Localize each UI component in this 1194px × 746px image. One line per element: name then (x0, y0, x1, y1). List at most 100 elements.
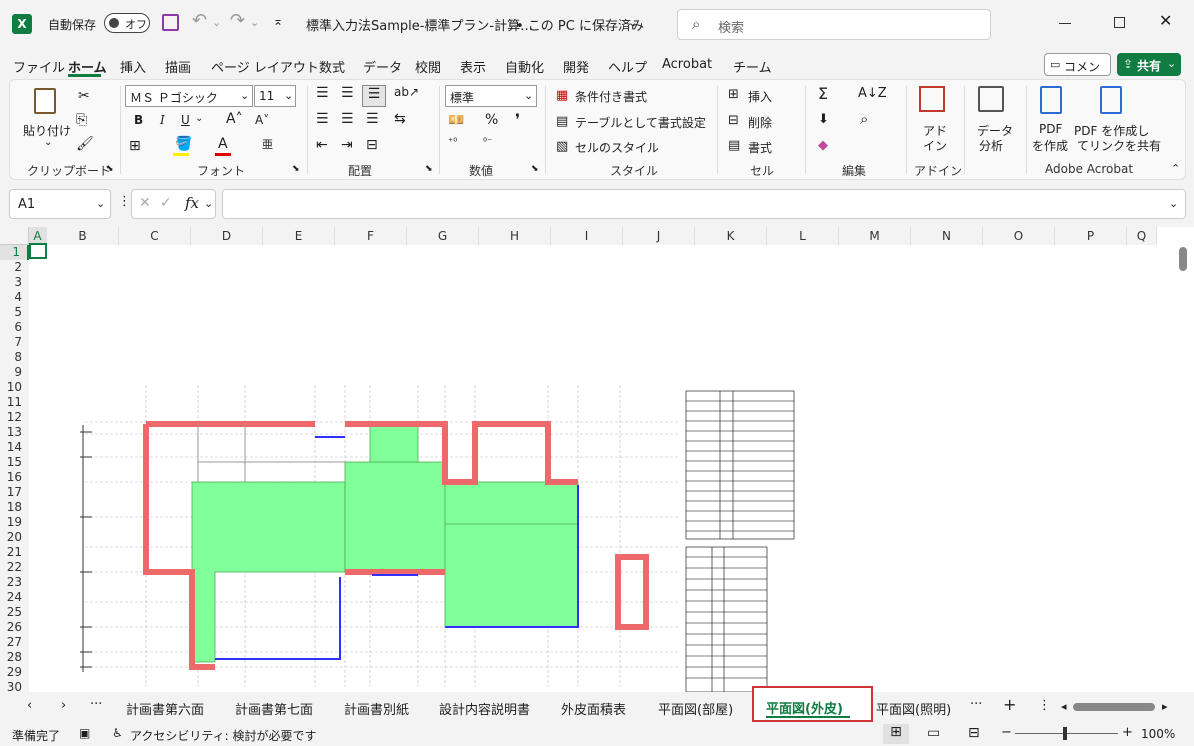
menu-data[interactable]: データ (363, 57, 402, 76)
menu-help[interactable]: ヘルプ (608, 57, 647, 76)
close-icon[interactable]: ✕ (1159, 11, 1172, 30)
zoom-level[interactable]: 100% (1141, 727, 1175, 741)
formula-expand-icon[interactable]: ⌄ (1169, 197, 1178, 210)
vertical-scrollbar[interactable] (1176, 245, 1190, 692)
pdf-share-label-line2[interactable]: てリンクを共有 (1077, 137, 1161, 154)
zoom-out-icon[interactable]: − (1001, 725, 1012, 740)
alignment-launcher-icon[interactable]: ⬊ (425, 164, 433, 174)
sort-filter-icon[interactable]: A↓Z (858, 86, 887, 101)
comma-style-icon[interactable]: ❜ (515, 110, 520, 129)
tab-scroll-left-icon[interactable]: ‹ (27, 698, 32, 713)
align-center-icon[interactable]: ☰ (341, 111, 354, 127)
tab-sheet-7[interactable]: 計画書第七面 (235, 699, 313, 718)
save-icon[interactable] (162, 14, 179, 31)
redo-dropdown-icon[interactable]: ⌄ (250, 16, 259, 29)
add-sheet-icon[interactable]: + (1003, 695, 1016, 714)
autosum-icon[interactable]: Σ (818, 84, 828, 103)
find-select-icon[interactable]: ⌕ (860, 110, 868, 128)
customize-qat-icon[interactable]: ⌅ (273, 14, 283, 28)
zoom-slider-thumb[interactable] (1063, 727, 1067, 740)
font-launcher-icon[interactable]: ⬊ (292, 164, 300, 174)
macro-record-icon[interactable]: ▣ (79, 726, 90, 740)
paste-chevron-icon[interactable]: ⌄ (44, 137, 52, 148)
formula-input[interactable]: ⌄ (222, 189, 1186, 219)
format-cells-button[interactable]: 書式 (748, 139, 772, 156)
undo-dropdown-icon[interactable]: ⌄ (212, 16, 221, 29)
menu-automate[interactable]: 自動化 (505, 57, 544, 76)
accounting-format-icon[interactable]: 💴 (448, 113, 464, 128)
hscroll-left-icon[interactable]: ◂ (1061, 700, 1067, 713)
menu-draw[interactable]: 描画 (165, 57, 191, 76)
format-painter-icon[interactable]: 🖌 (76, 136, 94, 152)
normal-view-icon[interactable]: ⊞ (883, 724, 909, 744)
minimize-icon[interactable] (1059, 23, 1071, 24)
cell-style-button[interactable]: セルのスタイル (575, 139, 659, 156)
maximize-icon[interactable] (1114, 17, 1125, 28)
font-size-select[interactable]: 11 ⌄ (254, 85, 296, 107)
font-color-icon[interactable]: A (218, 136, 228, 152)
tab-plan-rooms[interactable]: 平面図(部屋) (658, 699, 733, 718)
menu-view[interactable]: 表示 (460, 57, 486, 76)
comment-button[interactable]: ▭ コメント (1044, 53, 1111, 91)
underline-icon[interactable]: U (181, 113, 190, 127)
menu-review[interactable]: 校閲 (415, 57, 441, 76)
decrease-decimal-icon[interactable]: ⁰⁻ (483, 137, 492, 148)
insert-function-button[interactable]: fx (185, 194, 199, 212)
tab-sheet-appendix[interactable]: 計画書別紙 (344, 699, 409, 718)
table-format-button[interactable]: テーブルとして書式設定 (575, 114, 706, 131)
wrap-text-icon[interactable]: ⇆ (394, 111, 406, 127)
tab-envelope-area[interactable]: 外皮面積表 (561, 699, 626, 718)
merge-center-icon[interactable]: ⊟ (366, 137, 378, 153)
addins-icon[interactable] (919, 86, 945, 112)
horizontal-scroll-thumb[interactable] (1073, 703, 1155, 711)
borders-icon[interactable]: ⊞ (129, 138, 141, 154)
page-layout-view-icon[interactable]: ▭ (927, 725, 940, 741)
align-bottom-icon[interactable]: ☰ (362, 85, 386, 107)
tab-more-right-icon[interactable]: ··· (970, 697, 982, 712)
document-title[interactable]: 標準入力法Sample-標準プラン-計算… (306, 15, 533, 34)
paste-icon[interactable] (34, 88, 56, 114)
title-chevron-down-icon[interactable]: ⌄ (628, 16, 637, 29)
delete-cells-button[interactable]: 削除 (748, 114, 772, 131)
number-format-select[interactable]: 標準 ⌄ (445, 85, 537, 107)
clear-icon[interactable]: ◆ (818, 138, 828, 153)
cut-icon[interactable]: ✂ (78, 88, 90, 104)
pdf-create-label-line2[interactable]: を作成 (1032, 137, 1068, 154)
align-right-icon[interactable]: ☰ (366, 111, 379, 127)
menu-page-layout[interactable]: ページ レイアウト (211, 57, 319, 76)
menu-developer[interactable]: 開発 (563, 57, 589, 76)
undo-icon[interactable]: ↶ (192, 10, 207, 31)
cancel-icon[interactable]: ✕ (139, 195, 151, 211)
share-button[interactable]: ⇪ 共有 ⌄ (1117, 53, 1181, 76)
font-name-select[interactable]: ＭＳ Ｐゴシック ⌄ (125, 85, 253, 107)
search-box[interactable]: ⌕ 検索 (677, 9, 991, 40)
floor-plan-drawing[interactable] (0, 227, 1194, 692)
data-analysis-label-line2[interactable]: 分析 (979, 137, 1003, 154)
data-analysis-icon[interactable] (978, 86, 1004, 112)
italic-icon[interactable]: I (160, 113, 165, 127)
name-box[interactable]: A1 ⌄ (9, 189, 111, 219)
page-break-view-icon[interactable]: ⊟ (968, 725, 980, 741)
ribbon-collapse-icon[interactable]: ⌃ (1171, 162, 1180, 175)
insert-cells-button[interactable]: 挿入 (748, 88, 772, 105)
zoom-in-icon[interactable]: + (1122, 725, 1133, 740)
underline-chevron-icon[interactable]: ⌄ (195, 113, 203, 124)
pdf-share-icon[interactable] (1100, 86, 1122, 114)
fx-chevron-icon[interactable]: ⌄ (204, 197, 213, 210)
clipboard-launcher-icon[interactable]: ⬊ (106, 164, 114, 174)
increase-indent-icon[interactable]: ⇥ (341, 137, 353, 153)
tab-scroll-right-icon[interactable]: › (61, 698, 66, 713)
phonetic-icon[interactable]: 亜 (262, 136, 273, 152)
tab-design-spec[interactable]: 設計内容説明書 (439, 699, 530, 718)
vertical-scroll-thumb[interactable] (1179, 247, 1187, 271)
menu-insert[interactable]: 挿入 (120, 57, 146, 76)
tab-plan-lighting[interactable]: 平面図(照明) (876, 699, 951, 718)
zoom-slider[interactable] (1015, 727, 1118, 740)
menu-acrobat[interactable]: Acrobat (662, 57, 712, 72)
formula-bar-more-icon[interactable]: ⋮ (118, 194, 131, 209)
tab-options-icon[interactable]: ⋮ (1038, 698, 1051, 713)
decrease-font-icon[interactable]: A˅ (255, 113, 269, 127)
increase-decimal-icon[interactable]: ⁺⁰ (448, 137, 457, 148)
number-launcher-icon[interactable]: ⬊ (531, 164, 539, 174)
save-state[interactable]: • この PC に保存済み (516, 15, 644, 34)
